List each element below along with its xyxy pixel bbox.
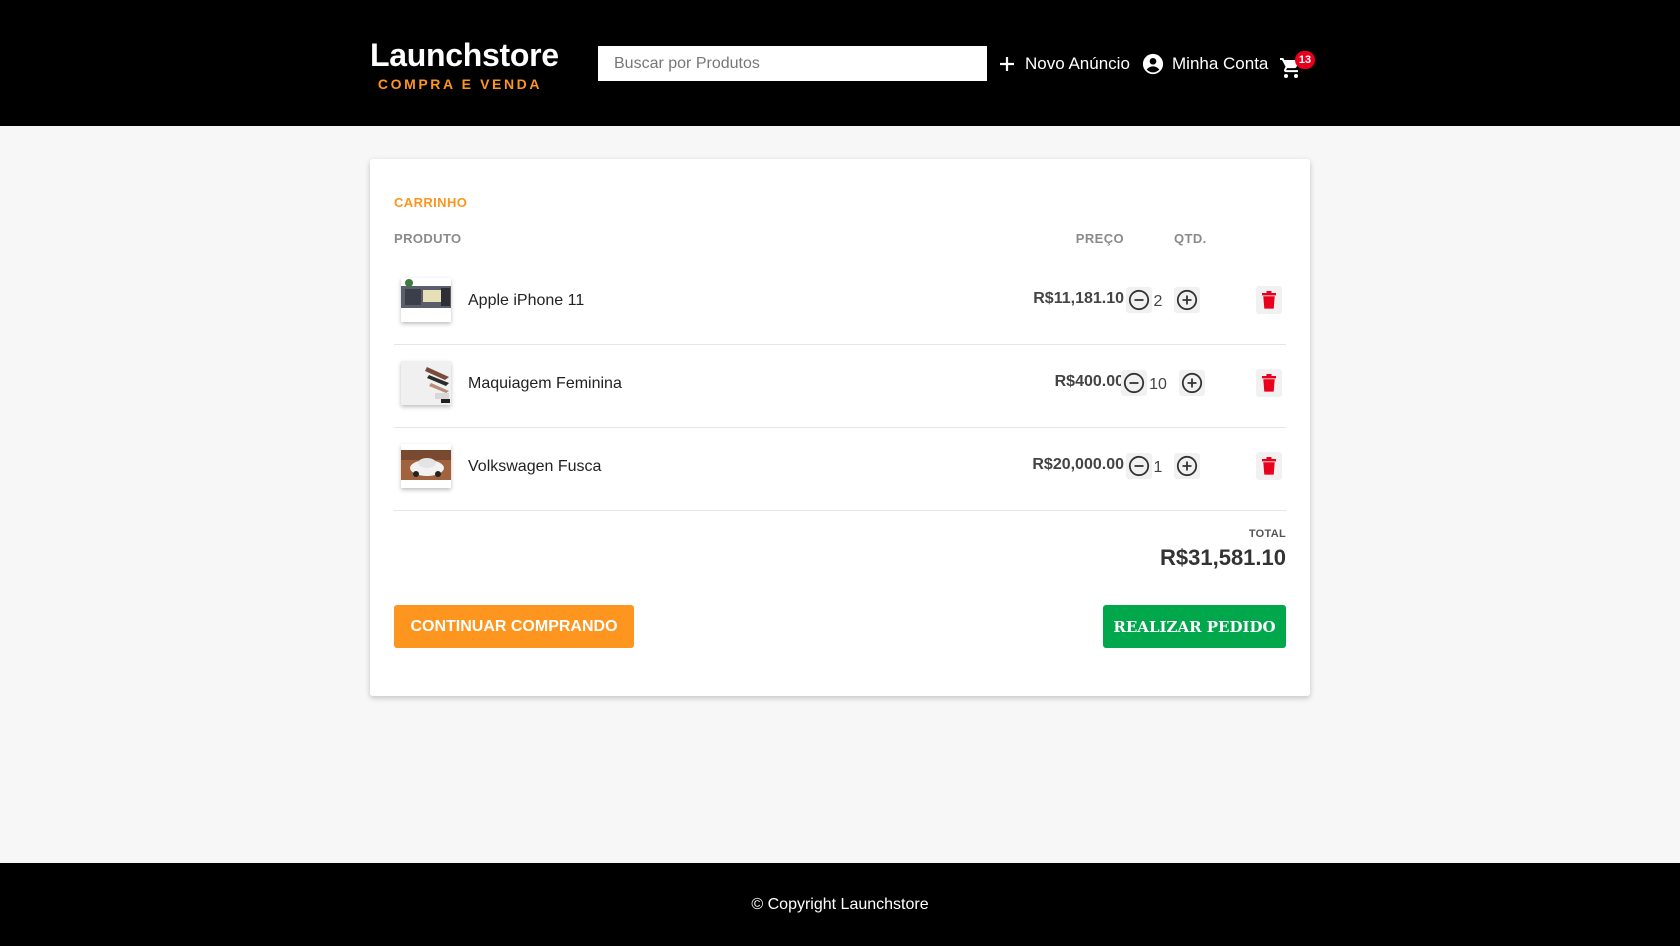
trash-icon	[1262, 291, 1276, 309]
my-account-label: Minha Conta	[1172, 54, 1269, 73]
account-circle-icon	[1142, 53, 1164, 75]
product-thumbnail[interactable]	[401, 361, 451, 405]
plus-circle-icon	[1176, 289, 1198, 311]
continue-shopping-button[interactable]: CONTINUAR COMPRANDO	[394, 605, 634, 648]
plus-icon	[1000, 57, 1014, 71]
cart-item-row: Apple iPhone 11 R$11,181.10 2	[394, 262, 1286, 345]
product-name[interactable]: Volkswagen Fusca	[468, 458, 601, 476]
footer: © Copyright Launchstore	[0, 863, 1680, 946]
logo-title: Launchstore	[370, 37, 559, 73]
product-price: R$11,181.10	[1033, 290, 1124, 307]
remove-item-button[interactable]	[1256, 452, 1282, 480]
new-ad-link[interactable]: Novo Anúncio	[997, 50, 1130, 78]
product-name[interactable]: Apple iPhone 11	[468, 292, 584, 310]
increase-qty-button[interactable]	[1174, 453, 1200, 479]
product-price: R$400.00	[1054, 373, 1124, 390]
cart-card: CARRINHO PRODUTO PREÇO QTD. Apple iPhone…	[370, 159, 1310, 696]
cart-title: CARRINHO	[394, 195, 468, 210]
product-thumbnail[interactable]	[401, 278, 451, 322]
increase-qty-button[interactable]	[1174, 287, 1200, 313]
makeup-product-image	[401, 361, 451, 405]
logo-subtitle: COMPRA E VENDA	[377, 76, 543, 92]
plus-circle-icon	[1176, 455, 1198, 477]
price-column-header: PREÇO	[1075, 231, 1124, 246]
plus-circle-icon	[1181, 372, 1203, 394]
quantity-value: 10	[1149, 376, 1167, 393]
qty-column-header: QTD.	[1174, 231, 1207, 246]
car-product-image	[401, 444, 451, 488]
logo[interactable]: Launchstore COMPRA E VENDA	[370, 36, 559, 92]
total-value: R$31,581.10	[1160, 545, 1286, 570]
new-ad-label: Novo Anúncio	[1025, 54, 1130, 73]
top-bar: Launchstore COMPRA E VENDA Novo Anúncio …	[0, 0, 1680, 126]
product-thumbnail[interactable]	[401, 444, 451, 488]
cart-item-row: Maquiagem Feminina R$400.00 10	[394, 345, 1286, 428]
product-price: R$20,000.00	[1032, 456, 1124, 473]
trash-icon	[1262, 374, 1276, 392]
phone-product-image	[401, 278, 451, 322]
quantity-value: 2	[1153, 293, 1163, 310]
product-name[interactable]: Maquiagem Feminina	[468, 375, 622, 393]
search-input[interactable]	[598, 46, 987, 81]
product-column-header: PRODUTO	[394, 231, 462, 246]
remove-item-button[interactable]	[1256, 286, 1282, 314]
place-order-button[interactable]: REALIZAR PEDIDO	[1103, 605, 1286, 648]
quantity-value: 1	[1153, 459, 1163, 476]
copyright-text: © Copyright Launchstore	[751, 895, 929, 913]
minus-circle-icon	[1123, 372, 1145, 394]
increase-qty-button[interactable]	[1179, 370, 1205, 396]
cart-item-row: Volkswagen Fusca R$20,000.00 1	[394, 428, 1286, 511]
trash-icon	[1262, 457, 1276, 475]
my-account-link[interactable]: Minha Conta	[1142, 50, 1268, 78]
cart-count-badge: 13	[1295, 51, 1315, 69]
remove-item-button[interactable]	[1256, 369, 1282, 397]
cart-button[interactable]: 13	[1279, 50, 1315, 80]
total-label: TOTAL	[1248, 528, 1286, 540]
